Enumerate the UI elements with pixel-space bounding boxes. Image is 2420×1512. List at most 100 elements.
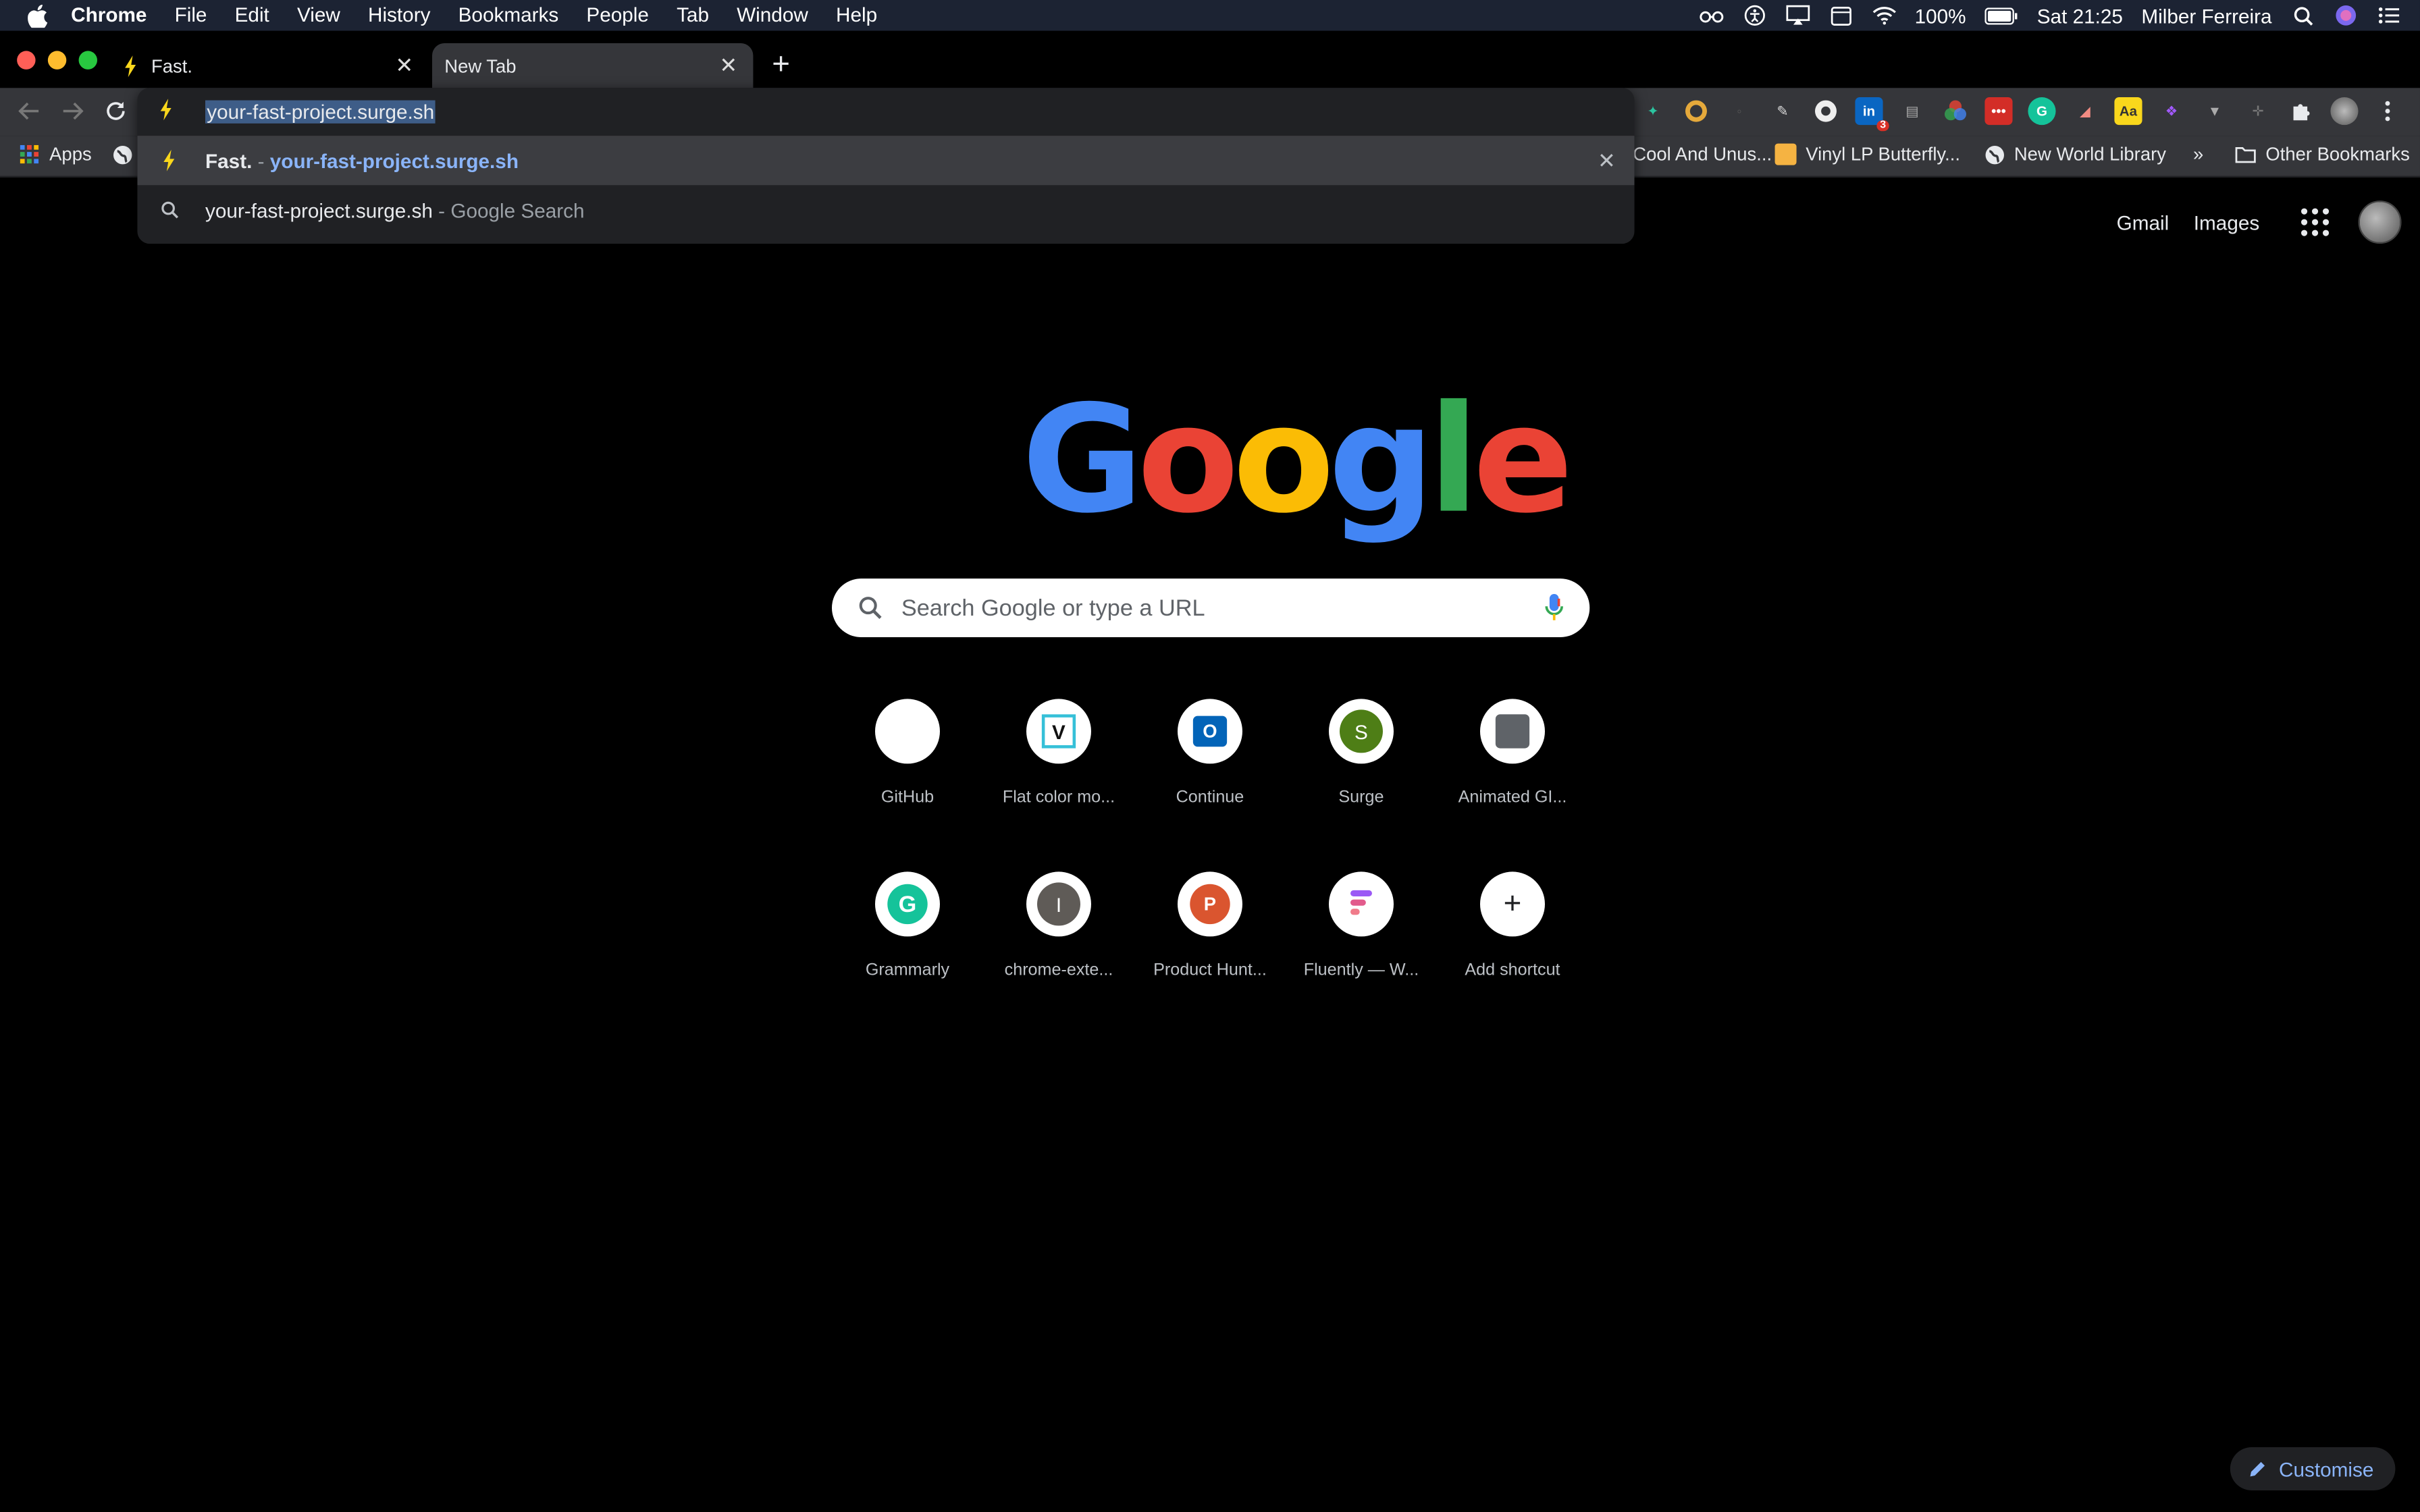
apps-grid-icon bbox=[18, 144, 40, 165]
vue-devtools-extension-icon[interactable]: ▼ bbox=[2201, 97, 2228, 125]
faded-extension-icon[interactable]: ◦ bbox=[1725, 97, 1753, 125]
images-link[interactable]: Images bbox=[2194, 211, 2259, 234]
color-wheel-extension-icon[interactable] bbox=[1941, 97, 1969, 125]
puzzle-piece-icon[interactable] bbox=[2287, 97, 2315, 125]
shortcut-continue[interactable]: O Continue bbox=[1134, 695, 1286, 849]
lastpass-extension-icon[interactable]: ••• bbox=[1984, 97, 2013, 126]
linkedin-badge: 3 bbox=[1876, 120, 1889, 132]
menu-help[interactable]: Help bbox=[836, 0, 877, 31]
spotlight-search-icon[interactable] bbox=[2290, 5, 2315, 26]
suggestion-suffix: - Google Search bbox=[432, 198, 585, 221]
figma-extension-icon[interactable]: ❖ bbox=[2157, 97, 2185, 125]
gmail-link[interactable]: Gmail bbox=[2117, 211, 2169, 234]
minimize-window-button[interactable] bbox=[47, 51, 67, 70]
bookmark-cool-and-unusual[interactable]: Cool And Unus... bbox=[1633, 144, 1772, 165]
bookmark-new-world-library[interactable]: New World Library bbox=[1983, 144, 2166, 165]
apple-icon[interactable] bbox=[28, 3, 49, 27]
microphone-icon[interactable] bbox=[1545, 593, 1563, 622]
siri-icon[interactable] bbox=[2334, 5, 2359, 26]
omnibox-value[interactable]: your-fast-project.surge.sh bbox=[205, 100, 436, 124]
tab-title: Fast. bbox=[151, 55, 192, 77]
calendar-icon[interactable] bbox=[1829, 5, 1853, 26]
clipboard-extension-icon[interactable]: ▤ bbox=[1898, 97, 1926, 125]
remove-suggestion-icon[interactable]: ✕ bbox=[1594, 147, 1619, 173]
new-tab-button[interactable]: + bbox=[766, 49, 797, 80]
reload-icon[interactable] bbox=[102, 97, 130, 125]
menu-view[interactable]: View bbox=[297, 0, 340, 31]
circle-extension-icon[interactable] bbox=[1812, 97, 1839, 125]
lightning-bolt-icon bbox=[124, 55, 139, 77]
user-name[interactable]: Milber Ferreira bbox=[2141, 4, 2271, 27]
airplay-icon[interactable] bbox=[1785, 5, 1810, 26]
search-placeholder: Search Google or type a URL bbox=[901, 595, 1205, 622]
wifi-icon[interactable] bbox=[1872, 5, 1897, 26]
hummingbird-extension-icon[interactable]: ✦ bbox=[1639, 97, 1666, 125]
close-window-button[interactable] bbox=[17, 51, 36, 70]
menu-file[interactable]: File bbox=[175, 0, 207, 31]
clock[interactable]: Sat 21:25 bbox=[2037, 4, 2123, 27]
animated-gif-icon bbox=[1479, 699, 1545, 764]
shortcut-fluently[interactable]: Fluently — W... bbox=[1286, 867, 1437, 1022]
shortcut-grammarly[interactable]: G Grammarly bbox=[832, 867, 983, 1022]
tab-title: New Tab bbox=[444, 55, 517, 77]
close-tab-icon[interactable]: ✕ bbox=[392, 52, 417, 78]
dimensions-extension-icon[interactable]: ✛ bbox=[2244, 97, 2271, 125]
forward-arrow-icon[interactable] bbox=[59, 97, 86, 125]
tab-strip: Fast. ✕ New Tab ✕ + bbox=[0, 30, 2420, 88]
search-box[interactable]: Search Google or type a URL bbox=[831, 578, 1590, 637]
shortcut-animated-gif[interactable]: Animated GI... bbox=[1437, 695, 1588, 849]
add-shortcut-button[interactable]: + Add shortcut bbox=[1437, 867, 1588, 1022]
google-logo: Google bbox=[1022, 373, 1573, 547]
surge-icon: S bbox=[1328, 699, 1394, 764]
omnibox-suggestion-search[interactable]: your-fast-project.surge.sh - Google Sear… bbox=[137, 185, 1634, 234]
ruler-extension-icon[interactable]: ◢ bbox=[2071, 97, 2099, 125]
tab-new-tab[interactable]: New Tab ✕ bbox=[431, 43, 754, 88]
shortcut-github[interactable]: GitHub bbox=[832, 695, 983, 849]
bookmark-vinyl[interactable]: Vinyl LP Butterfly... bbox=[1774, 143, 1960, 165]
battery-icon[interactable] bbox=[1984, 5, 2018, 26]
lightning-bolt-icon bbox=[159, 99, 180, 124]
menu-history[interactable]: History bbox=[368, 0, 430, 31]
menu-tab[interactable]: Tab bbox=[677, 0, 709, 31]
outlook-icon: O bbox=[1177, 699, 1242, 764]
shortcut-chrome-extension[interactable]: I chrome-exte... bbox=[983, 867, 1134, 1022]
pen-extension-icon[interactable]: ✎ bbox=[1768, 97, 1796, 125]
menu-window[interactable]: Window bbox=[737, 0, 808, 31]
dictionary-extension-icon[interactable]: Aa bbox=[2114, 97, 2142, 126]
customise-button[interactable]: Customise bbox=[2229, 1447, 2396, 1490]
status-area: 100% Sat 21:25 Milber Ferreira bbox=[1699, 0, 2402, 31]
google-apps-grid-icon[interactable] bbox=[2296, 204, 2334, 241]
more-vertical-icon[interactable] bbox=[2373, 97, 2401, 125]
back-arrow-icon[interactable] bbox=[16, 97, 43, 125]
close-tab-icon[interactable]: ✕ bbox=[716, 52, 741, 78]
menu-people[interactable]: People bbox=[586, 0, 649, 31]
linkedin-extension-icon[interactable]: in 3 bbox=[1855, 97, 1889, 132]
menu-chrome[interactable]: Chrome bbox=[71, 0, 147, 31]
account-avatar[interactable] bbox=[2358, 200, 2402, 244]
colorzilla-extension-icon[interactable] bbox=[1682, 97, 1710, 125]
notification-center-icon[interactable] bbox=[2377, 5, 2402, 26]
shortcut-label: Surge bbox=[1338, 788, 1384, 807]
profile-avatar-icon[interactable] bbox=[2330, 97, 2359, 126]
accessibility-icon[interactable] bbox=[1742, 5, 1767, 26]
omnibox-input[interactable]: your-fast-project.surge.sh bbox=[137, 88, 1634, 136]
shortcut-surge[interactable]: S Surge bbox=[1286, 695, 1437, 849]
shortcut-product-hunt[interactable]: P Product Hunt... bbox=[1134, 867, 1286, 1022]
bookmarks-overflow-button[interactable]: » bbox=[2193, 144, 2203, 165]
bookmark-globe[interactable] bbox=[111, 144, 133, 165]
glasses-icon[interactable] bbox=[1699, 5, 1724, 26]
window-controls bbox=[17, 51, 97, 70]
omnibox-suggestion-history[interactable]: Fast. - your-fast-project.surge.sh ✕ bbox=[137, 136, 1635, 186]
menu-bookmarks[interactable]: Bookmarks bbox=[458, 0, 559, 31]
zoom-window-button[interactable] bbox=[78, 51, 97, 70]
menu-edit[interactable]: Edit bbox=[235, 0, 269, 31]
bookmark-label: Apps bbox=[49, 143, 92, 165]
flat-color-glyph: V bbox=[1041, 714, 1076, 749]
bookmark-apps[interactable]: Apps bbox=[18, 143, 92, 165]
new-tab-page: Gmail Images Google Search Google or typ… bbox=[0, 179, 2420, 1512]
tab-fast[interactable]: Fast. ✕ bbox=[111, 43, 429, 88]
shortcut-flat-color[interactable]: V Flat color mo... bbox=[983, 695, 1134, 849]
bookmark-other-bookmarks[interactable]: Other Bookmarks bbox=[2235, 144, 2410, 165]
grammarly-extension-icon[interactable]: G bbox=[2028, 97, 2056, 126]
battery-percent: 100% bbox=[1914, 3, 1966, 27]
